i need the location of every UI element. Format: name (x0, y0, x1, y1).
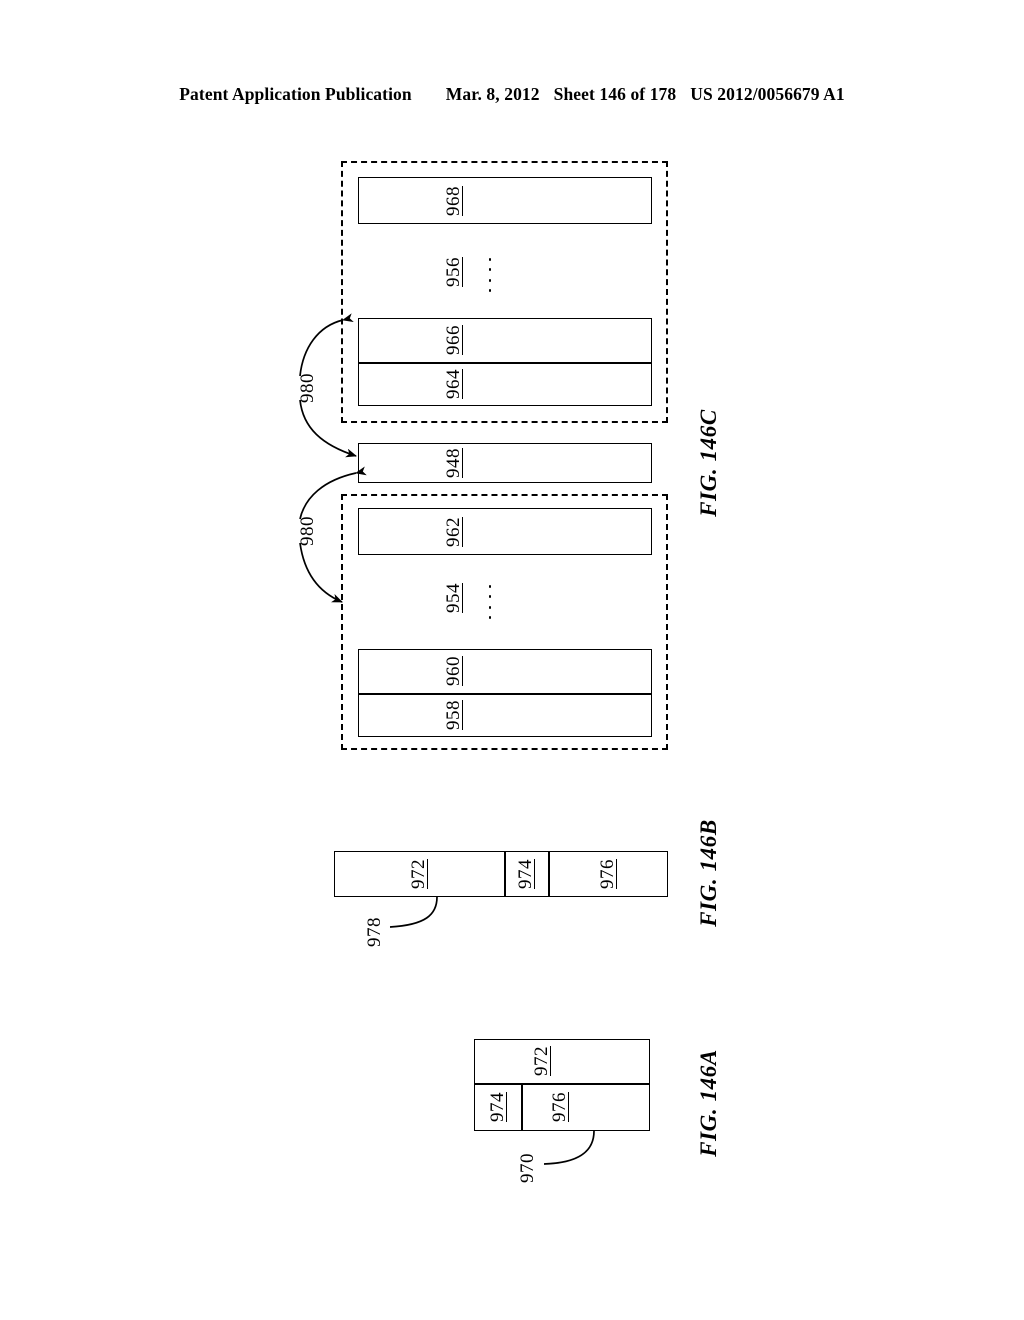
ref-976-146a: 976 (549, 1092, 570, 1122)
header-date-text: Mar. 8, 2012 (445, 84, 540, 104)
box-962 (358, 508, 652, 555)
ref-980-upper: 980 (297, 373, 318, 403)
box-948 (358, 443, 652, 483)
ref-972-146b: 972 (408, 859, 429, 889)
ref-970: 970 (517, 1153, 538, 1183)
figure-label-146a: FIG. 146A (696, 1049, 721, 1157)
header-sheet-text: Sheet 146 of 178 (553, 84, 677, 104)
figure-label-146b: FIG. 146B (696, 819, 721, 927)
ref-974-146a: 974 (487, 1092, 508, 1122)
ref-948: 948 (443, 448, 464, 478)
ellipsis-upper-group (488, 258, 492, 292)
box-968 (358, 177, 652, 224)
divider-960-958 (358, 693, 652, 695)
ref-976-146b: 976 (597, 859, 618, 889)
ref-980-lower: 980 (297, 516, 318, 546)
ref-962: 962 (443, 517, 464, 547)
ref-968: 968 (443, 186, 464, 216)
ref-954: 954 (443, 583, 464, 613)
ellipsis-lower-group (488, 585, 492, 619)
ref-964: 964 (443, 369, 464, 399)
header-publication-text: Patent Application Publication (179, 84, 412, 104)
bar-146b-divider-2 (548, 851, 550, 897)
divider-966-964 (358, 362, 652, 364)
bar-146b-divider-1 (504, 851, 506, 897)
ref-956: 956 (443, 257, 464, 287)
figure-label-146c: FIG. 146C (696, 409, 721, 517)
box-146a-cell-divider (521, 1083, 523, 1131)
ref-972-146a: 972 (531, 1046, 552, 1076)
header-patent-number-text: US 2012/0056679 A1 (690, 84, 845, 104)
page-header: Patent Application Publication Mar. 8, 20… (0, 84, 1024, 105)
ref-958: 958 (443, 700, 464, 730)
ref-974-146b: 974 (515, 859, 536, 889)
ref-978: 978 (364, 917, 385, 947)
